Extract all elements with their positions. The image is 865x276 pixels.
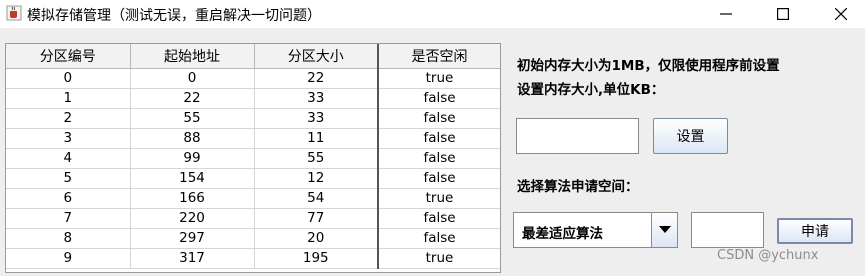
algorithm-selected-value: 最差适应算法: [522, 226, 603, 242]
set-button[interactable]: 设置: [653, 118, 728, 154]
table-row[interactable]: 9 317 195 true: [6, 248, 500, 269]
cell-partition-id: 8: [6, 228, 131, 249]
table-row[interactable]: 4 99 55 false: [6, 148, 500, 169]
cell-partition-id: 0: [6, 68, 131, 89]
title-bar: 模拟存储管理（测试无误，重启解决一切问题）: [0, 0, 865, 28]
content-pane: 分区编号 起始地址 分区大小 是否空闲 0 0 22 true 1 22 33 false …: [0, 28, 865, 276]
cell-start-address: 317: [130, 248, 255, 269]
cell-partition-id: 1: [6, 88, 131, 109]
cell-partition-size: 12: [254, 168, 379, 189]
watermark: CSDN @ychunx: [717, 248, 819, 263]
cell-start-address: 0: [130, 68, 255, 89]
cell-partition-size: 11: [254, 128, 379, 149]
header-is-free[interactable]: 是否空闲: [377, 44, 500, 69]
java-coffee-icon: [6, 5, 22, 21]
cell-partition-id: 2: [6, 108, 131, 129]
cell-is-free: false: [377, 208, 500, 229]
cell-is-free: false: [377, 108, 500, 129]
table-row[interactable]: 5 154 12 false: [6, 168, 500, 189]
cell-is-free: false: [377, 168, 500, 189]
cell-partition-size: 55: [254, 148, 379, 169]
table-row[interactable]: 0 0 22 true: [6, 68, 500, 89]
cell-start-address: 297: [130, 228, 255, 249]
close-button[interactable]: [818, 0, 864, 28]
apply-button[interactable]: 申请: [777, 218, 853, 244]
cell-start-address: 88: [130, 128, 255, 149]
cell-is-free: false: [377, 228, 500, 249]
cell-partition-id: 5: [6, 168, 131, 189]
table-row[interactable]: 6 166 54 true: [6, 188, 500, 209]
cell-start-address: 154: [130, 168, 255, 189]
close-icon: [835, 8, 847, 20]
algorithm-label: 选择算法申请空间：: [517, 179, 639, 195]
request-size-input[interactable]: [691, 212, 764, 248]
table-header-row: 分区编号 起始地址 分区大小 是否空闲: [6, 44, 500, 69]
cell-is-free: false: [377, 148, 500, 169]
triangle-down-icon: [658, 226, 671, 233]
memory-info-label: 初始内存大小为1MB，仅限使用程序前设置: [517, 58, 780, 74]
cell-start-address: 99: [130, 148, 255, 169]
cell-partition-id: 9: [6, 248, 131, 269]
minimize-icon: [720, 13, 732, 15]
table-row[interactable]: 2 55 33 false: [6, 108, 500, 129]
cell-partition-size: 195: [254, 248, 379, 269]
header-partition-id[interactable]: 分区编号: [6, 44, 131, 69]
cell-is-free: false: [377, 128, 500, 149]
header-partition-size[interactable]: 分区大小: [254, 44, 379, 69]
cell-partition-size: 33: [254, 108, 379, 129]
cell-start-address: 220: [130, 208, 255, 229]
cell-start-address: 55: [130, 108, 255, 129]
table-row[interactable]: 3 88 11 false: [6, 128, 500, 149]
table-row[interactable]: 1 22 33 false: [6, 88, 500, 109]
algorithm-select[interactable]: 最差适应算法: [513, 212, 678, 248]
memory-size-input[interactable]: [516, 118, 639, 154]
cell-partition-size: 20: [254, 228, 379, 249]
cell-partition-size: 77: [254, 208, 379, 229]
minimize-button[interactable]: [703, 0, 749, 28]
cell-is-free: true: [377, 248, 500, 269]
cell-partition-id: 6: [6, 188, 131, 209]
cell-is-free: true: [377, 68, 500, 89]
memory-size-label: 设置内存大小,单位KB：: [517, 82, 665, 98]
window-title: 模拟存储管理（测试无误，重启解决一切问题）: [27, 8, 321, 24]
cell-partition-size: 33: [254, 88, 379, 109]
cell-partition-id: 4: [6, 148, 131, 169]
cell-is-free: false: [377, 88, 500, 109]
maximize-button[interactable]: [760, 0, 806, 28]
partition-table[interactable]: 分区编号 起始地址 分区大小 是否空闲 0 0 22 true 1 22 33 false …: [5, 43, 501, 273]
cell-start-address: 22: [130, 88, 255, 109]
cell-is-free: true: [377, 188, 500, 209]
cell-partition-id: 7: [6, 208, 131, 229]
maximize-icon: [777, 8, 789, 20]
dropdown-arrow[interactable]: [651, 213, 677, 247]
table-row[interactable]: 8 297 20 false: [6, 228, 500, 249]
cell-start-address: 166: [130, 188, 255, 209]
table-row[interactable]: 7 220 77 false: [6, 208, 500, 229]
cell-partition-size: 54: [254, 188, 379, 209]
cell-partition-size: 22: [254, 68, 379, 89]
cell-partition-id: 3: [6, 128, 131, 149]
header-start-address[interactable]: 起始地址: [130, 44, 255, 69]
